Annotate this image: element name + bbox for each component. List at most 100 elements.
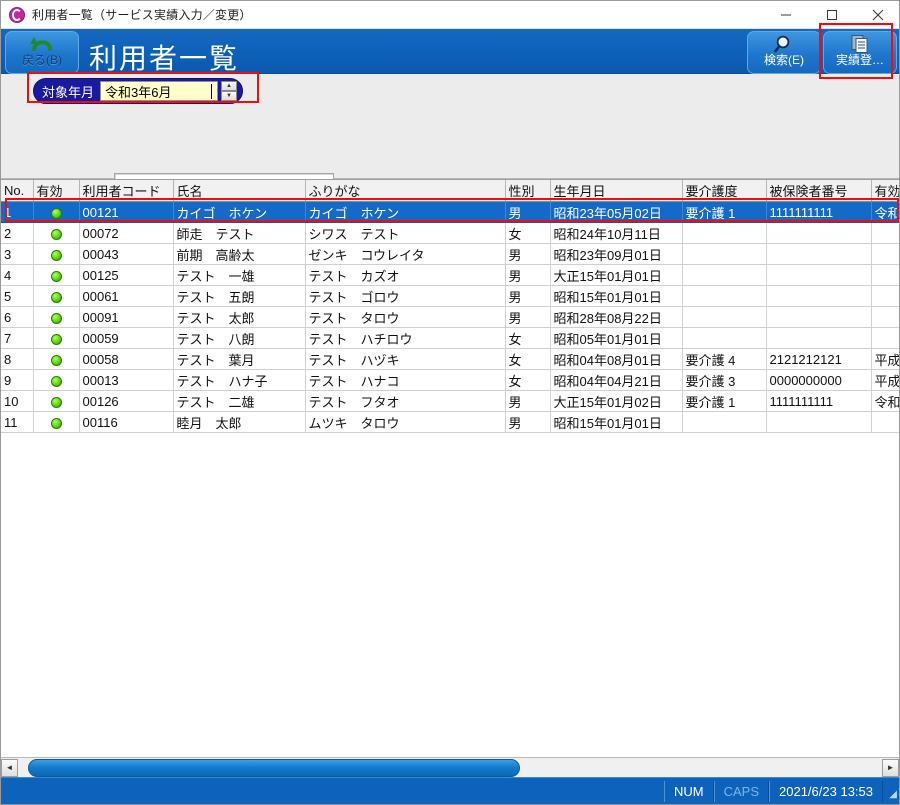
cell-name: テスト 一雄 bbox=[173, 265, 305, 286]
cell-care: 要介護 1 bbox=[682, 391, 766, 412]
cell-name: テスト 葉月 bbox=[173, 349, 305, 370]
status-caps: CAPS bbox=[714, 781, 769, 802]
magnifier-icon bbox=[748, 34, 820, 54]
column-header-name[interactable]: 氏名 bbox=[173, 180, 305, 202]
target-month-stepper[interactable]: ▲ ▼ bbox=[221, 81, 237, 101]
table-row[interactable]: 900013テスト ハナ子テスト ハナコ女昭和04年04月21日要介護 3000… bbox=[1, 370, 899, 391]
cell-valid: 令和 bbox=[871, 202, 899, 223]
cell-valid: 平成 bbox=[871, 370, 899, 391]
close-button[interactable] bbox=[855, 1, 900, 29]
active-status-indicator bbox=[33, 307, 79, 328]
status-bar: NUM CAPS 2021/6/23 13:53 ◢ bbox=[1, 777, 899, 804]
minimize-button[interactable] bbox=[763, 1, 809, 29]
table-row[interactable]: 400125テスト 一雄テスト カズオ男大正15年01月01日 bbox=[1, 265, 899, 286]
horizontal-scrollbar[interactable]: ◄ ► bbox=[1, 757, 899, 777]
table-row[interactable]: 300043前期 高齢太ゼンキ コウレイタ男昭和23年09月01日 bbox=[1, 244, 899, 265]
cell-valid bbox=[871, 307, 899, 328]
column-header-valid[interactable]: 有効 bbox=[871, 180, 899, 202]
cell-care bbox=[682, 328, 766, 349]
active-status-indicator bbox=[33, 349, 79, 370]
cell-birth: 昭和04年08月01日 bbox=[550, 349, 682, 370]
status-datetime: 2021/6/23 13:53 bbox=[769, 781, 883, 802]
stepper-up[interactable]: ▲ bbox=[221, 81, 237, 91]
cell-code: 00072 bbox=[79, 223, 173, 244]
text-caret bbox=[211, 84, 212, 99]
cell-valid: 平成 bbox=[871, 349, 899, 370]
target-month-input[interactable]: 令和3年6月 bbox=[100, 81, 218, 101]
cell-sex: 女 bbox=[505, 370, 550, 391]
cell-kana: カイゴ ホケン bbox=[305, 202, 505, 223]
cell-care bbox=[682, 412, 766, 433]
column-header-kana[interactable]: ふりがな bbox=[305, 180, 505, 202]
cell-valid bbox=[871, 328, 899, 349]
cell-birth: 大正15年01月02日 bbox=[550, 391, 682, 412]
cell-code: 00043 bbox=[79, 244, 173, 265]
page-title: 利用者一覧 bbox=[89, 45, 239, 73]
table-row[interactable]: 1000126テスト 二雄テスト フタオ男大正15年01月02日要介護 1111… bbox=[1, 391, 899, 412]
active-status-indicator bbox=[33, 370, 79, 391]
status-num: NUM bbox=[664, 781, 714, 802]
cell-care: 要介護 3 bbox=[682, 370, 766, 391]
cell-sex: 女 bbox=[505, 349, 550, 370]
column-header-active[interactable]: 有効 bbox=[33, 180, 79, 202]
cell-insured: 1111111111 bbox=[766, 202, 871, 223]
green-dot-icon bbox=[51, 397, 62, 408]
cell-no: 8 bbox=[1, 349, 33, 370]
cell-care bbox=[682, 244, 766, 265]
user-table: No.有効利用者コード氏名ふりがな性別生年月日要介護度被保険者番号有効 1001… bbox=[1, 180, 899, 759]
cell-valid bbox=[871, 286, 899, 307]
table-row[interactable]: 200072師走 テストシワス テスト女昭和24年10月11日 bbox=[1, 223, 899, 244]
user-list-grid[interactable]: No.有効利用者コード氏名ふりがな性別生年月日要介護度被保険者番号有効 1001… bbox=[1, 179, 899, 759]
table-row[interactable]: 800058テスト 葉月テスト ハヅキ女昭和04年08月01日要介護 42121… bbox=[1, 349, 899, 370]
cell-name: 前期 高齢太 bbox=[173, 244, 305, 265]
cell-insured bbox=[766, 265, 871, 286]
cell-valid bbox=[871, 223, 899, 244]
table-row[interactable]: 100121カイゴ ホケンカイゴ ホケン男昭和23年05月02日要介護 1111… bbox=[1, 202, 899, 223]
column-header-code[interactable]: 利用者コード bbox=[79, 180, 173, 202]
cell-kana: テスト フタオ bbox=[305, 391, 505, 412]
table-row[interactable]: 700059テスト 八朗テスト ハチロウ女昭和05年01月01日 bbox=[1, 328, 899, 349]
jisseki-register-button[interactable]: 実績登… bbox=[823, 31, 897, 74]
app-circle-icon bbox=[9, 7, 25, 23]
table-row[interactable]: 1100116睦月 太郎ムツキ タロウ男昭和15年01月01日 bbox=[1, 412, 899, 433]
cell-insured: 0000000000 bbox=[766, 370, 871, 391]
cell-valid bbox=[871, 265, 899, 286]
cell-birth: 昭和28年08月22日 bbox=[550, 307, 682, 328]
column-header-sex[interactable]: 性別 bbox=[505, 180, 550, 202]
cell-sex: 女 bbox=[505, 223, 550, 244]
active-status-indicator bbox=[33, 286, 79, 307]
cell-code: 00058 bbox=[79, 349, 173, 370]
maximize-button[interactable] bbox=[809, 1, 855, 29]
cell-insured: 1111111111 bbox=[766, 391, 871, 412]
cell-care bbox=[682, 265, 766, 286]
cell-kana: テスト ハヅキ bbox=[305, 349, 505, 370]
active-status-indicator bbox=[33, 223, 79, 244]
active-status-indicator bbox=[33, 391, 79, 412]
back-button-label: 戻る(B) bbox=[6, 54, 78, 67]
column-header-birth[interactable]: 生年月日 bbox=[550, 180, 682, 202]
search-button[interactable]: 検索(E) bbox=[747, 31, 821, 74]
scrollbar-thumb[interactable] bbox=[28, 759, 520, 777]
cell-insured: 2121212121 bbox=[766, 349, 871, 370]
green-dot-icon bbox=[51, 355, 62, 366]
cell-name: テスト 太郎 bbox=[173, 307, 305, 328]
scroll-left-arrow-icon[interactable]: ◄ bbox=[1, 759, 18, 777]
green-dot-icon bbox=[51, 271, 62, 282]
cell-code: 00091 bbox=[79, 307, 173, 328]
cell-name: テスト 八朗 bbox=[173, 328, 305, 349]
cell-name: カイゴ ホケン bbox=[173, 202, 305, 223]
cell-no: 1 bbox=[1, 202, 33, 223]
window-title: 利用者一覧（サービス実績入力／変更） bbox=[32, 6, 252, 23]
back-button[interactable]: 戻る(B) bbox=[5, 31, 79, 74]
column-header-insured[interactable]: 被保険者番号 bbox=[766, 180, 871, 202]
table-row[interactable]: 500061テスト 五朗テスト ゴロウ男昭和15年01月01日 bbox=[1, 286, 899, 307]
scroll-right-arrow-icon[interactable]: ► bbox=[882, 759, 899, 777]
column-header-care[interactable]: 要介護度 bbox=[682, 180, 766, 202]
cell-insured bbox=[766, 412, 871, 433]
scrollbar-track[interactable] bbox=[18, 759, 882, 777]
empty-grid-cell bbox=[1, 433, 899, 760]
table-row[interactable]: 600091テスト 太郎テスト タロウ男昭和28年08月22日 bbox=[1, 307, 899, 328]
stepper-down[interactable]: ▼ bbox=[221, 91, 237, 101]
resize-grip-icon[interactable]: ◢ bbox=[883, 781, 899, 802]
column-header-no[interactable]: No. bbox=[1, 180, 33, 202]
